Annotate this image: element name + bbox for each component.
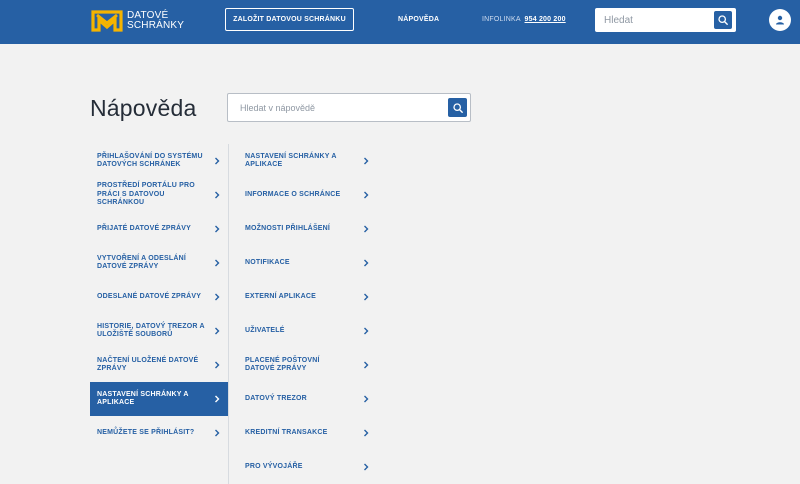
help-category-item[interactable]: NAČTENÍ ULOŽENÉ DATOVÉ ZPRÁVY [90,348,228,382]
help-category-item[interactable]: PŘIJATÉ DATOVÉ ZPRÁVY [90,212,228,246]
chevron-right-icon [364,225,369,233]
help-category-item[interactable]: HISTORIE, DATOVÝ TREZOR A ULOŽIŠTĚ SOUBO… [90,314,228,348]
help-subcategory-item[interactable]: INFORMACE O SCHRÁNCE [229,178,379,212]
chevron-right-icon [215,259,220,267]
help-category-label: PROSTŘEDÍ PORTÁLU PRO PRÁCI S DATOVOU SC… [97,182,195,207]
help-subcategory-label: NOTIFIKACE [245,258,290,266]
chevron-right-icon [364,293,369,301]
search-icon [718,15,728,25]
help-category-item[interactable]: NASTAVENÍ SCHRÁNKY A APLIKACE [90,382,228,416]
help-category-label: NEMŮŽETE SE PŘIHLÁSIT? [97,428,195,436]
help-subcategory-item[interactable]: MOŽNOSTI PŘIHLÁŠENÍ [229,212,379,246]
header-search-input[interactable] [595,8,711,32]
help-category-menu: PŘIHLAŠOVÁNÍ DO SYSTÉMU DATOVÝCH SCHRÁNE… [90,144,228,450]
chevron-right-icon [215,429,220,437]
help-category-item[interactable]: PROSTŘEDÍ PORTÁLU PRO PRÁCI S DATOVOU SC… [90,178,228,212]
chevron-right-icon [215,361,220,369]
chevron-right-icon [364,361,369,369]
help-category-label: PŘIJATÉ DATOVÉ ZPRÁVY [97,224,192,232]
help-category-label: PŘIHLAŠOVÁNÍ DO SYSTÉMU DATOVÝCH SCHRÁNE… [97,152,203,169]
help-subcategory-label: PRO VÝVOJÁŘE [245,462,303,470]
chevron-right-icon [364,395,369,403]
help-subcategory-item[interactable]: UŽIVATELÉ [229,314,379,348]
chevron-right-icon [215,395,220,403]
infoline: INFOLINKA 954 200 200 [482,16,566,23]
user-avatar-button[interactable] [769,9,791,31]
help-subcategory-label: KREDITNÍ TRANSAKCE [245,428,328,436]
help-category-label: ODESLANÉ DATOVÉ ZPRÁVY [97,292,202,300]
help-subcategory-item[interactable]: PLACENÉ POŠTOVNÍ DATOVÉ ZPRÁVY [229,348,379,382]
page-title: Nápověda [90,95,197,121]
infoline-phone-link[interactable]: 954 200 200 [525,16,566,23]
chevron-right-icon [215,191,220,199]
search-icon [452,102,463,113]
help-subcategory-item[interactable]: EXTERNÍ APLIKACE [229,280,379,314]
top-header: DATOVÉ SCHRÁNKY ZALOŽIT DATOVOU SCHRÁNKU… [0,0,800,44]
help-subcategory-item[interactable]: PRO VÝVOJÁŘE [229,450,379,484]
help-category-label: NAČTENÍ ULOŽENÉ DATOVÉ ZPRÁVY [97,356,199,373]
help-subcategory-label: UŽIVATELÉ [245,326,285,334]
help-subcategory-label: PLACENÉ POŠTOVNÍ DATOVÉ ZPRÁVY [245,356,320,373]
help-subcategory-label: NASTAVENÍ SCHRÁNKY A APLIKACE [245,152,337,169]
help-search-input[interactable] [228,94,443,121]
help-search [227,93,471,122]
chevron-right-icon [364,463,369,471]
logo-text: DATOVÉ SCHRÁNKY [127,10,184,31]
help-subcategory-menu: NASTAVENÍ SCHRÁNKY A APLIKACE INFORMACE O… [229,144,379,484]
datove-schranky-logo-icon [91,10,123,32]
help-category-label: NASTAVENÍ SCHRÁNKY A APLIKACE [97,390,189,407]
header-search-button[interactable] [714,11,732,29]
help-category-item[interactable]: ODESLANÉ DATOVÉ ZPRÁVY [90,280,228,314]
help-subcategory-label: DATOVÝ TREZOR [245,394,307,402]
chevron-right-icon [364,327,369,335]
help-category-item[interactable]: NEMŮŽETE SE PŘIHLÁSIT? [90,416,228,450]
logo[interactable]: DATOVÉ SCHRÁNKY [91,10,211,34]
logo-line-2: SCHRÁNKY [127,20,185,31]
help-subcategory-label: INFORMACE O SCHRÁNCE [245,190,341,198]
help-category-label: VYTVOŘENÍ A ODESLÁNÍ DATOVÉ ZPRÁVY [97,254,187,271]
chevron-right-icon [215,293,220,301]
chevron-right-icon [364,191,369,199]
chevron-right-icon [364,259,369,267]
header-search [595,8,736,32]
help-subcategory-item[interactable]: NOTIFIKACE [229,246,379,280]
help-category-item[interactable]: PŘIHLAŠOVÁNÍ DO SYSTÉMU DATOVÝCH SCHRÁNE… [90,144,228,178]
chevron-right-icon [364,429,369,437]
infoline-label: INFOLINKA [482,16,521,23]
create-databox-button[interactable]: ZALOŽIT DATOVOU SCHRÁNKU [225,8,354,31]
help-subcategory-label: MOŽNOSTI PŘIHLÁŠENÍ [245,224,331,232]
chevron-right-icon [364,157,369,165]
help-subcategory-item[interactable]: KREDITNÍ TRANSAKCE [229,416,379,450]
user-icon [776,15,784,25]
nav-help-link[interactable]: NÁPOVĚDA [398,16,439,23]
help-category-label: HISTORIE, DATOVÝ TREZOR A ULOŽIŠTĚ SOUBO… [97,322,205,339]
help-category-item[interactable]: VYTVOŘENÍ A ODESLÁNÍ DATOVÉ ZPRÁVY [90,246,228,280]
chevron-right-icon [215,225,220,233]
help-subcategory-item[interactable]: NASTAVENÍ SCHRÁNKY A APLIKACE [229,144,379,178]
chevron-right-icon [215,327,220,335]
chevron-right-icon [215,157,220,165]
help-search-button[interactable] [448,98,467,117]
help-subcategory-item[interactable]: DATOVÝ TREZOR [229,382,379,416]
help-subcategory-label: EXTERNÍ APLIKACE [245,292,317,300]
